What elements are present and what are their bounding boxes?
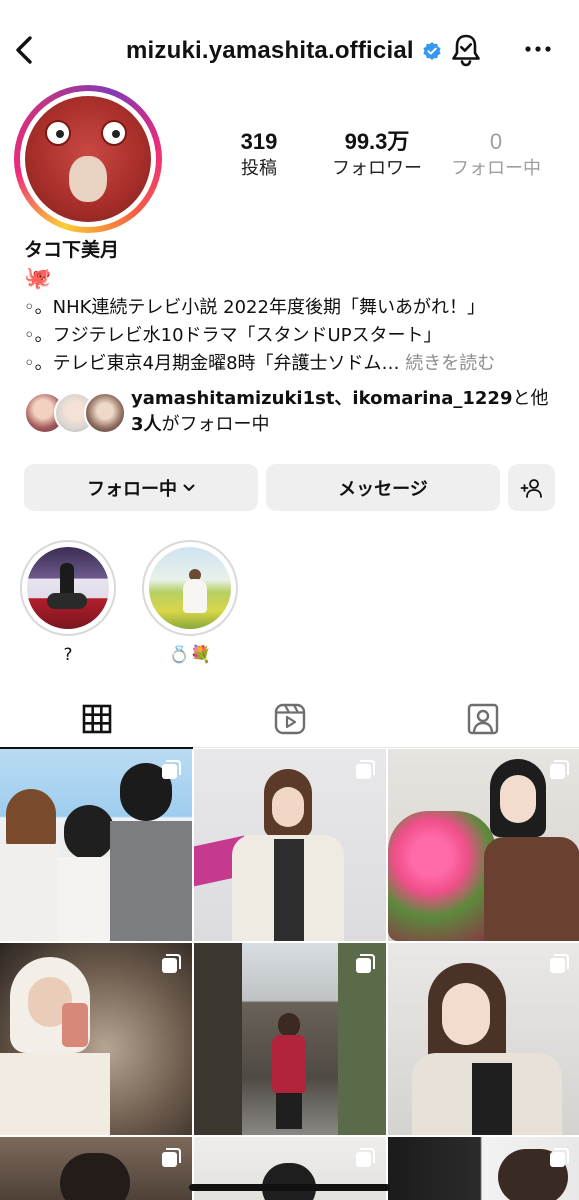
followers-label: フォロワー <box>332 158 422 179</box>
chevron-left-icon[interactable] <box>10 32 42 68</box>
carousel-icon <box>356 760 375 779</box>
mutual-avatar-3 <box>84 392 126 434</box>
stat-followers[interactable]: 99.3万 フォロワー <box>312 128 442 182</box>
bio-line-2: ◦。フジテレビ水10ドラマ「スタンドUPスタート」 <box>24 325 442 346</box>
grid-post[interactable] <box>194 749 386 941</box>
grid-post[interactable] <box>0 943 192 1135</box>
add-person-icon <box>520 478 542 498</box>
mutual-count-rest: がフォロー中 <box>161 414 270 435</box>
carousel-icon <box>356 954 375 973</box>
posts-count: 319 <box>240 129 278 154</box>
highlight-1-label: ? <box>63 645 73 665</box>
carousel-icon <box>550 760 569 779</box>
carousel-icon <box>162 1148 181 1167</box>
octopus-emoji: 🐙 <box>24 266 52 291</box>
tab-reels[interactable] <box>193 690 386 748</box>
chevron-down-icon <box>183 484 195 491</box>
message-button[interactable]: メッセージ <box>266 464 500 511</box>
stat-posts[interactable]: 319 投稿 <box>194 128 324 182</box>
grid-post[interactable] <box>388 1137 579 1200</box>
grid-post[interactable] <box>0 749 192 941</box>
highlight-cover <box>27 547 109 629</box>
message-button-label: メッセージ <box>338 478 428 500</box>
following-count: 0 <box>489 129 503 154</box>
grid-icon <box>82 704 111 734</box>
mutual-accounts: yamashitamizuki1st、ikomarina_1229 <box>131 388 513 409</box>
grid-post[interactable] <box>194 943 386 1135</box>
carousel-icon <box>162 954 181 973</box>
suggested-people-button[interactable] <box>508 464 555 511</box>
highlight-ring <box>142 540 238 636</box>
profile-display-name: タコ下美月 <box>24 239 120 261</box>
following-button[interactable]: フォロー中 <box>24 464 258 511</box>
highlight-2-label: 💍💐 <box>168 645 212 665</box>
highlight-ring <box>20 540 116 636</box>
mutual-followers-text: yamashitamizuki1st、ikomarina_1229と他 3人がフ… <box>131 386 571 438</box>
profile-username: mizuki.yamashita.official <box>126 37 414 64</box>
carousel-icon <box>550 954 569 973</box>
following-label: フォロー中 <box>451 158 541 179</box>
followers-count: 99.3万 <box>344 129 410 154</box>
stat-following[interactable]: 0 フォロー中 <box>431 128 561 182</box>
profile-content-tabs <box>0 690 579 749</box>
posts-grid <box>0 749 579 1200</box>
mutual-followers[interactable]: yamashitamizuki1st、ikomarina_1229と他 3人がフ… <box>24 386 564 438</box>
more-horizontal-icon[interactable] <box>522 38 554 60</box>
mutual-count: 3人 <box>131 414 162 435</box>
highlight-cover <box>149 547 231 629</box>
bio-line-1: ◦。NHK連続テレビ小説 2022年度後期「舞いあがれ！」 <box>24 297 485 318</box>
grid-post[interactable] <box>0 1137 192 1200</box>
following-button-label: フォロー中 <box>87 478 177 500</box>
read-more-link[interactable]: 続きを読む <box>405 353 495 374</box>
grid-post[interactable] <box>388 749 579 941</box>
grid-post[interactable] <box>388 943 579 1135</box>
highlight-1[interactable]: ? <box>20 540 116 666</box>
carousel-icon <box>550 1148 569 1167</box>
username-title: mizuki.yamashita.official <box>126 34 442 68</box>
highlight-2[interactable]: 💍💐 <box>142 540 238 666</box>
verified-badge-icon <box>423 42 441 60</box>
carousel-icon <box>162 760 181 779</box>
posts-label: 投稿 <box>241 158 277 179</box>
tab-posts-grid[interactable] <box>0 690 193 749</box>
bio-line-3: ◦。テレビ東京4月期金曜8時「弁護士ソドム… 続きを読む <box>24 350 564 378</box>
reels-icon <box>274 703 305 735</box>
tagged-person-icon <box>467 703 498 735</box>
mutual-suffix: と他 <box>512 388 549 409</box>
profile-stats: 319 投稿 99.3万 フォロワー 0 フォロー中 <box>0 128 579 188</box>
profile-bio: タコ下美月 🐙 ◦。NHK連続テレビ小説 2022年度後期「舞いあがれ！」 ◦。… <box>24 236 564 378</box>
notification-bell-icon[interactable] <box>449 32 483 68</box>
carousel-icon <box>356 1148 375 1167</box>
tab-tagged[interactable] <box>386 690 579 748</box>
home-indicator[interactable] <box>189 1184 390 1191</box>
bio-line-3-text: ◦。テレビ東京4月期金曜8時「弁護士ソドム… <box>24 353 400 374</box>
